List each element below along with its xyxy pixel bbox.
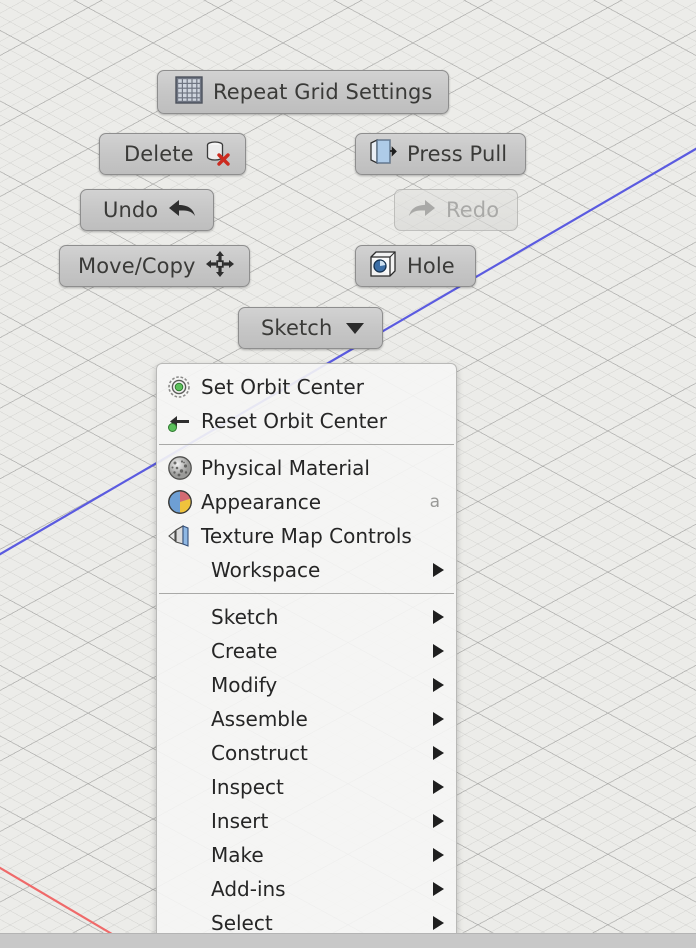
move-icon — [205, 250, 235, 283]
menu-item-label: Insert — [211, 809, 269, 833]
menu-item-label: Make — [211, 843, 264, 867]
move-copy-button[interactable]: Move/Copy — [59, 245, 250, 287]
menu-separator — [159, 593, 454, 594]
delete-icon — [203, 138, 231, 171]
menu-item-construct[interactable]: Construct — [157, 736, 456, 770]
sketch-label: Sketch — [261, 315, 333, 340]
grid-icon — [174, 75, 204, 110]
press-pull-label: Press Pull — [407, 141, 508, 166]
menu-item-label: Assemble — [211, 707, 308, 731]
context-menu[interactable]: Set Orbit Center Reset Orbit Center Phys… — [156, 363, 457, 948]
menu-item-insert[interactable]: Insert — [157, 804, 456, 838]
physical-material-icon — [167, 455, 201, 481]
texture-map-icon — [167, 523, 201, 549]
menu-item-create[interactable]: Create — [157, 634, 456, 668]
submenu-arrow-icon — [433, 916, 444, 930]
status-bar — [0, 933, 696, 948]
press-pull-icon — [368, 137, 398, 172]
submenu-arrow-icon — [433, 563, 444, 577]
menu-item-label: Add-ins — [211, 877, 286, 901]
press-pull-button[interactable]: Press Pull — [355, 133, 527, 175]
sketch-button[interactable]: Sketch — [238, 307, 384, 349]
submenu-arrow-icon — [433, 610, 444, 624]
menu-item-label: Texture Map Controls — [201, 524, 412, 548]
delete-label: Delete — [124, 141, 194, 166]
submenu-arrow-icon — [433, 712, 444, 726]
submenu-arrow-icon — [433, 746, 444, 760]
menu-item-label: Set Orbit Center — [201, 375, 364, 399]
menu-item-label: Construct — [211, 741, 308, 765]
redo-label: Redo — [446, 197, 500, 222]
menu-item-label: Appearance — [201, 490, 322, 514]
repeat-grid-settings-label: Repeat Grid Settings — [213, 79, 433, 104]
submenu-arrow-icon — [433, 644, 444, 658]
menu-item-reset-orbit-center[interactable]: Reset Orbit Center — [157, 404, 456, 438]
chevron-down-icon — [346, 322, 365, 334]
menu-item-modify[interactable]: Modify — [157, 668, 456, 702]
hole-button[interactable]: Hole — [355, 245, 476, 287]
undo-label: Undo — [103, 197, 159, 222]
undo-button[interactable]: Undo — [80, 189, 215, 231]
submenu-arrow-icon — [433, 678, 444, 692]
hole-label: Hole — [407, 253, 455, 278]
menu-item-appearance[interactable]: Appearance a — [157, 485, 456, 519]
menu-item-sketch[interactable]: Sketch — [157, 600, 456, 634]
menu-item-shortcut: a — [429, 492, 440, 512]
menu-item-make[interactable]: Make — [157, 838, 456, 872]
menu-item-label: Select — [211, 911, 273, 935]
hole-icon — [368, 249, 398, 284]
menu-item-physical-material[interactable]: Physical Material — [157, 451, 456, 485]
appearance-icon — [167, 489, 201, 515]
undo-arrow-icon — [167, 196, 197, 225]
menu-item-label: Create — [211, 639, 278, 663]
redo-arrow-icon — [407, 196, 437, 225]
submenu-arrow-icon — [433, 780, 444, 794]
delete-button[interactable]: Delete — [99, 133, 246, 175]
menu-item-label: Physical Material — [201, 456, 370, 480]
menu-item-label: Reset Orbit Center — [201, 409, 387, 433]
menu-item-label: Workspace — [211, 558, 321, 582]
menu-item-label: Inspect — [211, 775, 284, 799]
menu-item-add-ins[interactable]: Add-ins — [157, 872, 456, 906]
menu-separator — [159, 444, 454, 445]
menu-item-assemble[interactable]: Assemble — [157, 702, 456, 736]
menu-item-label: Sketch — [211, 605, 279, 629]
menu-item-inspect[interactable]: Inspect — [157, 770, 456, 804]
submenu-arrow-icon — [433, 882, 444, 896]
menu-group-appearance: Physical Material Appearance a Texture M… — [157, 451, 456, 587]
reset-orbit-center-icon — [167, 408, 201, 434]
menu-group-toolbars: Sketch Create Modify Assemble Construct … — [157, 600, 456, 940]
application-window: Repeat Grid Settings Delete Press Pull U… — [0, 0, 696, 948]
submenu-arrow-icon — [433, 848, 444, 862]
menu-item-texture-map-controls[interactable]: Texture Map Controls — [157, 519, 456, 553]
menu-item-set-orbit-center[interactable]: Set Orbit Center — [157, 370, 456, 404]
menu-group-orbit: Set Orbit Center Reset Orbit Center — [157, 370, 456, 438]
set-orbit-center-icon — [167, 374, 201, 400]
submenu-arrow-icon — [433, 814, 444, 828]
menu-item-workspace[interactable]: Workspace — [157, 553, 456, 587]
repeat-grid-settings-button[interactable]: Repeat Grid Settings — [157, 70, 450, 114]
move-copy-label: Move/Copy — [78, 253, 196, 278]
menu-item-label: Modify — [211, 673, 278, 697]
redo-button[interactable]: Redo — [394, 189, 519, 231]
